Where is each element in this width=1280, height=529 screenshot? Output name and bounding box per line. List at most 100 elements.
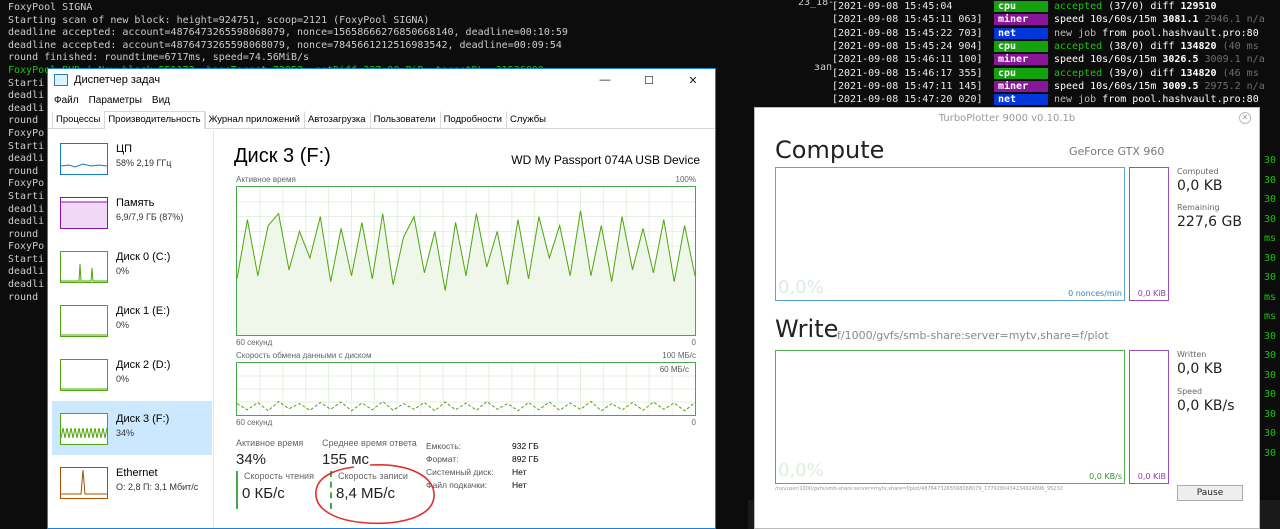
write-bar-value: 0,0 KiB (1137, 472, 1166, 481)
minimize-button[interactable]: — (583, 69, 627, 91)
active-time-label: Активное время (236, 438, 304, 448)
log-message: speed 10s/60s/15m 3009.5 2975.2 n/a (1054, 81, 1265, 92)
log-message-part: accepted (1054, 1, 1103, 13)
read-speed-box: Скорость чтения 0 КБ/с (236, 471, 314, 509)
tab-2[interactable]: Журнал приложений (204, 111, 304, 128)
terminal-line: deadline accepted: account=4876473265598… (8, 39, 562, 51)
resource-sidebar: ЦП 58% 2,19 ГГц Память 6,9/7,9 ГБ (87%) Диск… (48, 131, 214, 528)
log-message-part: 3009.5 (1162, 80, 1199, 92)
menu-bar: Файл Параметры Вид (48, 91, 715, 109)
log-message-part: speed 10s/60s/15m (1054, 80, 1163, 92)
side-digit: 30 (1264, 155, 1277, 166)
compute-nonces-rate: 0 nonces/min (1068, 289, 1122, 298)
log-tag: net (994, 94, 1048, 106)
active-time-chart-svg (236, 187, 696, 335)
log-message-part: (40 ms (1216, 41, 1259, 53)
sidebar-item-sub: О: 2,8 П: 3,1 Мбит/с (116, 482, 199, 492)
log-row: [2021-09-08 15:45:11 063] miner speed 10s/… (832, 13, 1265, 26)
log-timestamp: [2021-09-08 15:46:11 100] (832, 54, 983, 66)
log-message: new job from pool.hashvault.pro:80 (1054, 94, 1259, 105)
written-label: Written (1177, 350, 1207, 359)
tab-5[interactable]: Подробности (439, 111, 506, 128)
property-key: Формат: (426, 454, 459, 464)
active-time-chart (236, 186, 696, 336)
active-time-chart-xleft: 60 секунд (236, 338, 273, 347)
computed-value: 0,0 KB (1177, 178, 1223, 194)
active-time-chart-max: 100% (675, 175, 696, 184)
remaining-label: Remaining (1177, 203, 1220, 212)
sidebar-item-sub: 58% 2,19 ГГц (116, 158, 172, 168)
sidebar-thumbnail-graph (60, 305, 108, 337)
tab-4[interactable]: Пользователи (369, 111, 440, 128)
menu-item[interactable]: Файл (54, 95, 79, 106)
titlebar[interactable]: Диспетчер задач — ☐ ✕ (48, 69, 715, 91)
sidebar-item[interactable]: Диск 1 (E:) 0% (52, 293, 212, 347)
terminal-header-fragment: 23_18- (798, 0, 835, 8)
transfer-chart-inner-max: 60 МБ/с (659, 365, 689, 374)
transfer-chart-xright: 0 (691, 418, 696, 427)
compute-bar-value: 0,0 KiB (1137, 289, 1166, 298)
sidebar-item[interactable]: Память 6,9/7,9 ГБ (87%) (52, 185, 212, 239)
sidebar-item[interactable]: Диск 0 (C:) 0% (52, 239, 212, 293)
sidebar-item[interactable]: Диск 3 (F:) 34% (52, 401, 212, 455)
log-timestamp: [2021-09-08 15:45:11 063] (832, 14, 983, 26)
write-rate: 0,0 KB/s (1089, 472, 1122, 481)
menu-item[interactable]: Вид (152, 95, 170, 106)
red-circle-annotation (315, 464, 435, 525)
log-tag: miner (994, 54, 1048, 66)
sidebar-item[interactable]: Ethernet О: 2,8 П: 3,1 Мбит/с (52, 455, 212, 509)
log-message-part: 3009.1 n/a (1198, 54, 1265, 66)
maximize-button[interactable]: ☐ (627, 69, 671, 91)
log-message-part: (37/0) diff (1102, 1, 1181, 13)
tab-1[interactable]: Производительность (104, 111, 205, 129)
log-message-part: speed 10s/60s/15m (1054, 54, 1163, 66)
side-digit: 30 (1264, 174, 1277, 186)
log-message-part: (39/0) diff (1102, 67, 1181, 79)
plotter-titlebar[interactable]: TurboPlotter 9000 v0.10.1b ✕ (755, 108, 1259, 130)
tab-3[interactable]: Автозагрузка (303, 111, 370, 128)
log-message-part: new job (1054, 94, 1097, 106)
log-message-part: from pool.hashvault.pro:80 (1096, 27, 1259, 39)
side-digit: 30 (1264, 194, 1277, 205)
sidebar-item-sub: 0% (116, 374, 130, 384)
log-row: [2021-09-08 15:45:22 703] net new job from… (832, 27, 1259, 40)
sidebar-item-sub: 6,9/7,9 ГБ (87%) (116, 212, 184, 222)
close-button[interactable]: ✕ (671, 69, 715, 91)
side-digit: 30 (1264, 428, 1277, 439)
log-timestamp: [2021-09-08 15:47:11 145] (832, 80, 983, 92)
sidebar-item-name: Диск 3 (F:) (116, 413, 170, 425)
plotter-close-button[interactable]: ✕ (1239, 112, 1251, 124)
avg-response-label: Среднее время ответа (322, 438, 417, 448)
write-heading: Write (775, 315, 839, 343)
performance-body: ЦП 58% 2,19 ГГц Память 6,9/7,9 ГБ (87%) Диск… (48, 131, 715, 528)
log-message-part: new job (1054, 27, 1097, 39)
side-digit: 30 (1264, 252, 1277, 264)
plot-file-path: /run/user/1000/gvfs/smb-share:server=myt… (775, 486, 1063, 492)
tab-bar: Процессы Производительность Журнал приложе… (48, 109, 715, 129)
write-graph: 0,0% 0,0 KB/s (775, 350, 1125, 484)
tab-6[interactable]: Службы (506, 111, 550, 128)
log-tag: cpu (994, 1, 1048, 13)
log-timestamp: [2021-09-08 15:45:04 (832, 1, 959, 13)
sidebar-item-name: Ethernet (116, 467, 158, 479)
log-timestamp: [2021-09-08 15:47:20 020] (832, 94, 983, 106)
transfer-chart-svg (236, 363, 696, 415)
menu-item[interactable]: Параметры (89, 95, 142, 106)
disk-model: WD My Passport 074A USB Device (511, 153, 700, 167)
log-message-part: 3081.1 (1162, 14, 1199, 26)
tab-0[interactable]: Процессы (52, 111, 104, 128)
sidebar-item[interactable]: ЦП 58% 2,19 ГГц (52, 131, 212, 185)
sidebar-item[interactable]: Диск 2 (D:) 0% (52, 347, 212, 401)
log-message: accepted (37/0) diff 129510 (1054, 1, 1217, 12)
active-time-chart-label: Активное время (236, 175, 296, 184)
gpu-name: GeForce GTX 960 (1069, 145, 1165, 158)
log-message: speed 10s/60s/15m 3081.1 2946.1 n/a (1054, 14, 1265, 25)
sidebar-item-name: Диск 2 (D:) (116, 359, 171, 371)
sidebar-item-sub: 0% (116, 266, 130, 276)
log-timestamp: [2021-09-08 15:45:22 703] (832, 27, 983, 39)
property-key: Файл подкачки: (426, 480, 488, 490)
page-title: Диск 3 (F:) (234, 145, 331, 167)
terminal-line: deadline accepted: account=4876473265598… (8, 27, 568, 39)
pause-button[interactable]: Pause (1177, 485, 1243, 501)
log-timestamp: [2021-09-08 15:45:24 904] (832, 41, 983, 53)
